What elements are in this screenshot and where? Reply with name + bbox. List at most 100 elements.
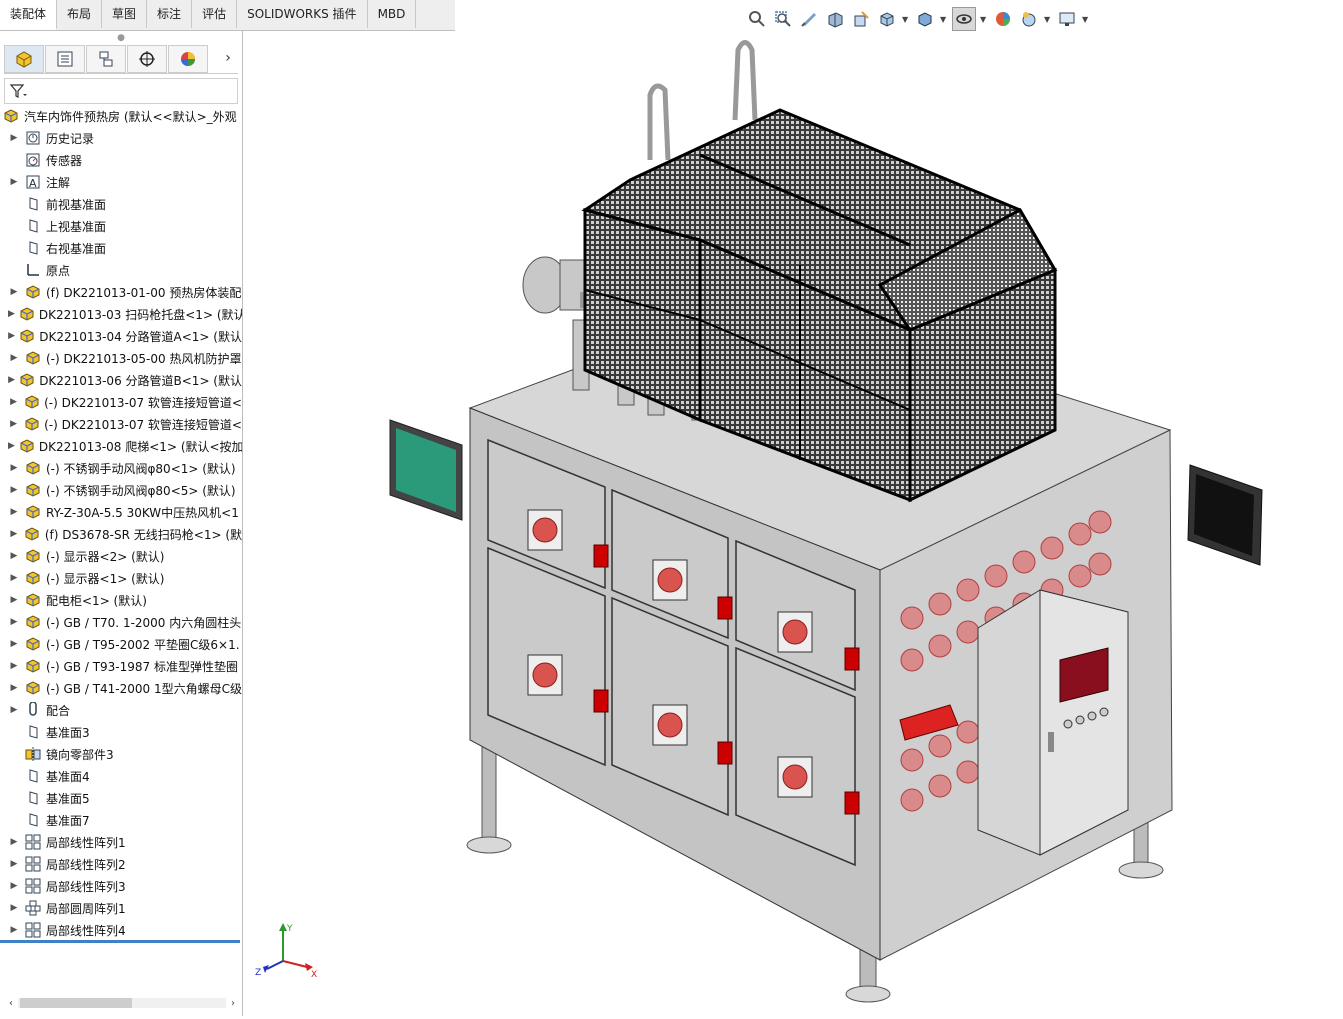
filter-field[interactable] <box>4 78 238 104</box>
tab-evaluate[interactable]: 评估 <box>192 0 238 28</box>
expand-arrow-icon[interactable]: ▶ <box>8 705 20 715</box>
expand-arrow-icon[interactable]: ▶ <box>8 353 20 363</box>
tree-item[interactable]: ▶ DK221013-08 爬梯<1> (默认<按加 <box>0 435 242 457</box>
tree-item[interactable]: 镜向零部件3 <box>0 743 242 765</box>
expand-arrow-icon[interactable]: ▶ <box>8 639 20 649</box>
view-orientation-icon[interactable] <box>876 8 898 30</box>
dimxpert-tab[interactable] <box>127 45 167 73</box>
expand-arrow-icon[interactable]: ▶ <box>8 551 20 561</box>
panel-grip-icon[interactable]: ● <box>0 31 242 45</box>
tree-item[interactable]: ▶ RY-Z-30A-5.5 30KW中压热风机<1 <box>0 501 242 523</box>
tab-markup[interactable]: 标注 <box>147 0 193 28</box>
expand-arrow-icon[interactable]: ▶ <box>8 331 15 341</box>
tab-solidworks-addins[interactable]: SOLIDWORKS 插件 <box>237 0 368 28</box>
tree-item[interactable]: ▶ DK221013-04 分路管道A<1> (默认 <box>0 325 242 347</box>
tree-item[interactable]: ▶ 局部圆周阵列1 <box>0 897 242 919</box>
tree-item[interactable]: ▶ DK221013-06 分路管道B<1> (默认 <box>0 369 242 391</box>
expand-arrow-icon[interactable]: ▶ <box>8 287 20 297</box>
scroll-thumb[interactable] <box>20 998 132 1008</box>
view-settings-icon[interactable] <box>1056 8 1078 30</box>
tree-item[interactable]: 原点 <box>0 259 242 281</box>
tree-item[interactable]: ▶ (-) 显示器<1> (默认) <box>0 567 242 589</box>
dynamic-annotation-icon[interactable] <box>850 8 872 30</box>
scroll-left-icon[interactable]: ‹ <box>4 998 18 1009</box>
scroll-track[interactable] <box>18 998 226 1008</box>
tree-item[interactable]: ▶ 历史记录 <box>0 127 242 149</box>
display-manager-tab[interactable] <box>168 45 208 73</box>
tree-item[interactable]: ▶ (-) 不锈钢手动风阀φ80<1> (默认) <box>0 457 242 479</box>
tree-item[interactable]: ▶ (-) GB / T70. 1-2000 内六角圆柱头 <box>0 611 242 633</box>
tree-item[interactable]: ▶ (-) GB / T93-1987 标准型弹性垫圈 <box>0 655 242 677</box>
tree-item[interactable]: ▶ 局部线性阵列1 <box>0 831 242 853</box>
apply-scene-icon[interactable] <box>1018 8 1040 30</box>
expand-arrow-icon[interactable]: ▶ <box>8 441 15 451</box>
expand-arrow-icon[interactable]: ▶ <box>8 925 20 935</box>
panel-more-icon[interactable]: › <box>218 45 238 71</box>
tree-item[interactable]: ▶ (-) DK221013-05-00 热风机防护罩 <box>0 347 242 369</box>
expand-arrow-icon[interactable]: ▶ <box>8 617 20 627</box>
tree-item[interactable]: 上视基准面 <box>0 215 242 237</box>
tree-item[interactable]: ▶ (-) GB / T41-2000 1型六角螺母C级 <box>0 677 242 699</box>
expand-arrow-icon[interactable]: ▶ <box>8 661 20 671</box>
expand-arrow-icon[interactable]: ▶ <box>8 529 20 539</box>
rollback-bar[interactable] <box>0 940 240 943</box>
scroll-right-icon[interactable]: › <box>226 998 240 1009</box>
featuremanager-tab[interactable] <box>4 45 44 73</box>
edit-appearance-icon[interactable] <box>992 8 1014 30</box>
tree-item[interactable]: ▶ (-) DK221013-07 软管连接短管道< <box>0 413 242 435</box>
tree-root-assembly[interactable]: 汽车内饰件预热房 (默认<<默认>_外观 <box>0 105 242 127</box>
expand-arrow-icon[interactable]: ▶ <box>8 177 20 187</box>
apply-scene-dropdown-icon[interactable]: ▼ <box>1044 15 1052 24</box>
expand-arrow-icon[interactable]: ▶ <box>8 903 20 913</box>
tree-item[interactable]: ▶ 局部线性阵列2 <box>0 853 242 875</box>
tree-item[interactable]: ▶ 局部线性阵列4 <box>0 919 242 941</box>
expand-arrow-icon[interactable]: ▶ <box>8 595 20 605</box>
display-style-icon[interactable] <box>914 8 936 30</box>
expand-arrow-icon[interactable]: ▶ <box>8 397 19 407</box>
tree-item[interactable]: ▶ (-) DK221013-07 软管连接短管道< <box>0 391 242 413</box>
expand-arrow-icon[interactable]: ▶ <box>8 375 15 385</box>
zoom-to-area-icon[interactable] <box>772 8 794 30</box>
tree-item[interactable]: 基准面4 <box>0 765 242 787</box>
tab-layout[interactable]: 布局 <box>57 0 103 28</box>
tree-item[interactable]: 前视基准面 <box>0 193 242 215</box>
graphics-area[interactable]: Y X Z <box>243 31 1343 1016</box>
tree-item[interactable]: 基准面5 <box>0 787 242 809</box>
tree-item[interactable]: ▶ (-) GB / T95-2002 平垫圈C级6×1. <box>0 633 242 655</box>
propertymanager-tab[interactable] <box>45 45 85 73</box>
hide-show-items-icon[interactable] <box>952 7 976 31</box>
configurationmanager-tab[interactable] <box>86 45 126 73</box>
tree-item[interactable]: ▶ (f) DK221013-01-00 预热房体装配 <box>0 281 242 303</box>
expand-arrow-icon[interactable]: ▶ <box>8 463 20 473</box>
tree-item[interactable]: ▶ DK221013-03 扫码枪托盘<1> (默认 <box>0 303 242 325</box>
display-style-dropdown-icon[interactable]: ▼ <box>940 15 948 24</box>
expand-arrow-icon[interactable]: ▶ <box>8 485 20 495</box>
expand-arrow-icon[interactable]: ▶ <box>8 683 20 693</box>
tree-item[interactable]: ▶ (-) 不锈钢手动风阀φ80<5> (默认) <box>0 479 242 501</box>
tab-mbd[interactable]: MBD <box>368 0 417 28</box>
expand-arrow-icon[interactable]: ▶ <box>8 133 20 143</box>
view-settings-dropdown-icon[interactable]: ▼ <box>1082 15 1090 24</box>
tab-assembly[interactable]: 装配体 <box>0 0 58 30</box>
expand-arrow-icon[interactable]: ▶ <box>8 881 20 891</box>
expand-arrow-icon[interactable]: ▶ <box>8 837 20 847</box>
expand-arrow-icon[interactable]: ▶ <box>8 859 20 869</box>
zoom-to-fit-icon[interactable] <box>746 8 768 30</box>
view-orientation-dropdown-icon[interactable]: ▼ <box>902 15 910 24</box>
tree-item[interactable]: ▶ A 注解 <box>0 171 242 193</box>
tree-item[interactable]: ▶ 配合 <box>0 699 242 721</box>
hide-show-dropdown-icon[interactable]: ▼ <box>980 15 988 24</box>
tree-horizontal-scrollbar[interactable]: ‹ › <box>4 996 240 1010</box>
expand-arrow-icon[interactable]: ▶ <box>8 507 20 517</box>
tab-sketch[interactable]: 草图 <box>102 0 148 28</box>
expand-arrow-icon[interactable]: ▶ <box>8 419 19 429</box>
section-view-icon[interactable] <box>824 8 846 30</box>
tree-item[interactable]: 右视基准面 <box>0 237 242 259</box>
expand-arrow-icon[interactable]: ▶ <box>8 573 20 583</box>
tree-item[interactable]: ▶ 配电柜<1> (默认) <box>0 589 242 611</box>
tree-item[interactable]: 基准面7 <box>0 809 242 831</box>
expand-arrow-icon[interactable]: ▶ <box>8 309 15 319</box>
tree-item[interactable]: ▶ 局部线性阵列3 <box>0 875 242 897</box>
tree-item[interactable]: ▶ (f) DS3678-SR 无线扫码枪<1> (默 <box>0 523 242 545</box>
tree-item[interactable]: 传感器 <box>0 149 242 171</box>
